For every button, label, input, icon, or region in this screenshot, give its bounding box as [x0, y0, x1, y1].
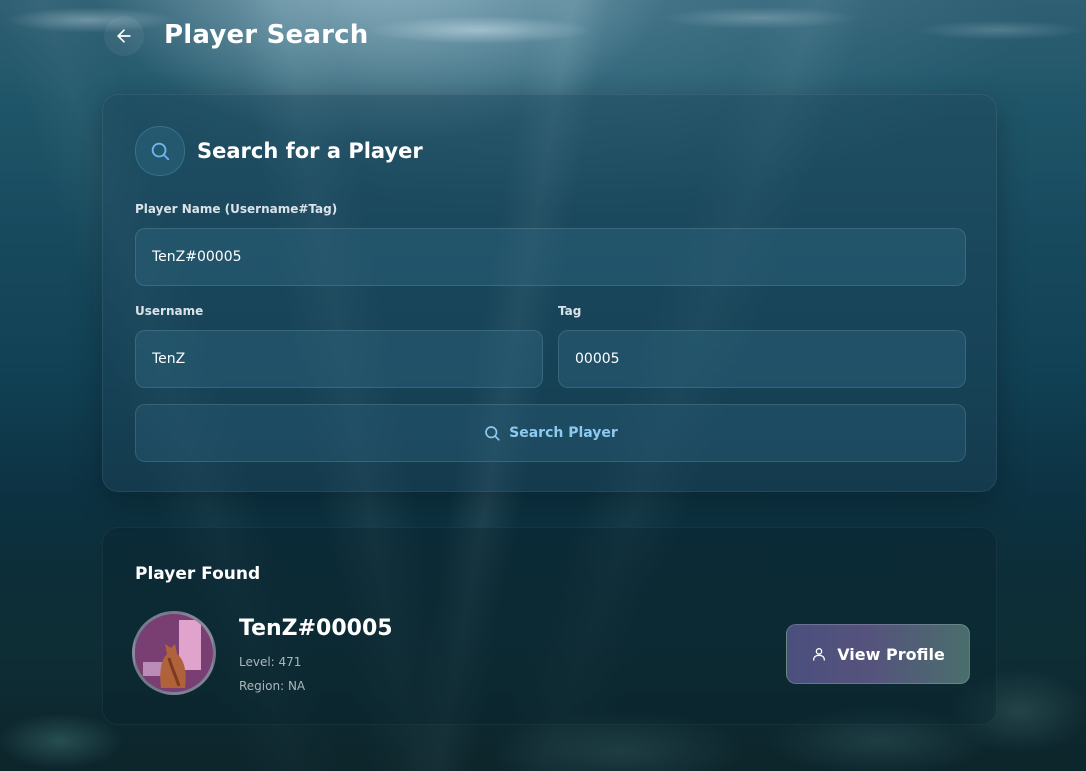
view-profile-button[interactable]: View Profile — [786, 624, 970, 684]
username-input[interactable] — [135, 330, 543, 388]
full-name-label: Player Name (Username#Tag) — [135, 202, 338, 216]
username-label: Username — [135, 304, 204, 318]
water-surface-background — [0, 0, 1086, 90]
search-header-icon — [135, 126, 185, 176]
player-level: Level: 471 — [239, 655, 302, 669]
arrow-left-icon — [117, 29, 131, 43]
back-button[interactable] — [104, 16, 144, 56]
search-player-label: Search Player — [509, 425, 618, 441]
player-avatar — [132, 611, 216, 695]
avatar-image — [135, 614, 213, 692]
search-player-button[interactable]: Search Player — [135, 404, 966, 462]
player-region: Region: NA — [239, 679, 306, 693]
user-icon — [813, 648, 826, 661]
view-profile-label: View Profile — [837, 644, 945, 664]
tag-input[interactable] — [558, 330, 966, 388]
search-icon — [151, 142, 170, 161]
full-name-input[interactable] — [135, 228, 966, 286]
page-title: Player Search — [164, 20, 369, 50]
player-result-card: Player Found TenZ#00005 Level: 471 Regio… — [102, 527, 997, 725]
player-name: TenZ#00005 — [239, 616, 393, 641]
search-card-title: Search for a Player — [197, 139, 423, 163]
search-card: Search for a Player Player Name (Usernam… — [102, 94, 997, 492]
search-icon — [485, 426, 500, 441]
tag-label: Tag — [558, 304, 582, 318]
result-title: Player Found — [135, 564, 261, 584]
